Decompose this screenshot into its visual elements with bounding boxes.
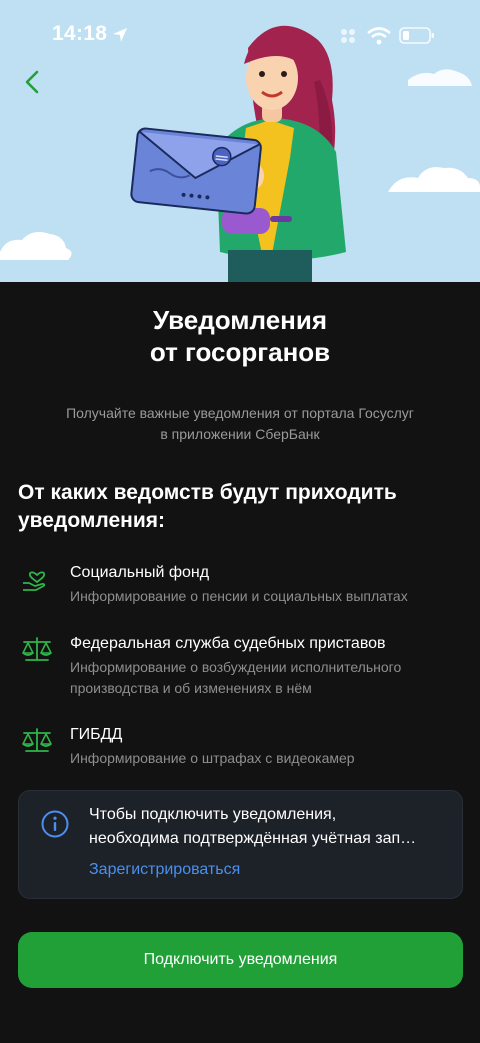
scales-icon — [22, 637, 52, 661]
agency-description: Информирование о пенсии и социальных вып… — [70, 586, 460, 607]
section-title-line2: уведомления: — [18, 509, 165, 532]
content-panel: Уведомления от госорганов Получайте важн… — [0, 282, 480, 1043]
info-message-line1: Чтобы подключить уведомления, — [89, 806, 337, 823]
agency-name: ГИБДД — [70, 726, 123, 743]
agency-name: Федеральная служба судебных приставов — [70, 635, 386, 652]
chevron-left-icon — [25, 70, 39, 94]
page-title-line1: Уведомления — [152, 305, 328, 335]
page-subtitle: Получайте важные уведомления от портала … — [40, 403, 440, 445]
scales-icon — [22, 728, 52, 752]
agency-description: Информирование о штрафах с видеокамер — [70, 748, 460, 769]
agency-item-bailiffs: Федеральная служба судебных приставов Ин… — [18, 633, 462, 701]
section-title: От каких ведомств будут приходить уведом… — [18, 479, 458, 535]
wifi-icon — [367, 27, 391, 45]
info-message: Чтобы подключить уведомления, необходима… — [89, 803, 451, 851]
register-link[interactable]: Зарегистрироваться — [89, 858, 240, 882]
agency-description-line1: Информирование о возбуждении исполнитель… — [70, 659, 402, 675]
battery-icon — [399, 27, 434, 44]
agency-description-line2: производства и об изменениях в нём — [70, 680, 312, 696]
agency-description-line1: Информирование о пенсии и социальных вып… — [70, 588, 408, 604]
agency-description-line1: Информирование о штрафах с видеокамер — [70, 750, 355, 766]
agency-item-social-fund: Социальный фонд Информирование о пенсии … — [18, 562, 462, 608]
agency-description: Информирование о возбуждении исполнитель… — [70, 657, 460, 699]
info-icon — [41, 810, 69, 838]
status-bar: 14:18 — [0, 0, 480, 70]
status-time: 14:18 — [52, 22, 108, 45]
heart-hand-icon — [23, 571, 46, 591]
back-button[interactable] — [14, 62, 54, 102]
verification-info-card: Чтобы подключить уведомления, необходима… — [18, 790, 463, 899]
enable-notifications-button[interactable]: Подключить уведомления — [18, 932, 463, 988]
page-subtitle-line1: Получайте важные уведомления от портала … — [66, 405, 414, 421]
agency-name: Социальный фонд — [70, 564, 210, 581]
info-message-line2: необходима подтверждённая учётная зап… — [89, 830, 417, 847]
status-icons — [341, 27, 434, 45]
agency-item-gibdd: ГИБДД Информирование о штрафах с видеока… — [18, 724, 462, 770]
section-title-line1: От каких ведомств будут приходить — [18, 481, 397, 504]
page-title-line2: от госорганов — [149, 337, 331, 367]
cellular-icon — [341, 29, 355, 43]
page-title: Уведомления от госорганов — [0, 304, 480, 368]
location-arrow-icon — [113, 28, 127, 42]
page-subtitle-line2: в приложении СберБанк — [160, 426, 320, 442]
